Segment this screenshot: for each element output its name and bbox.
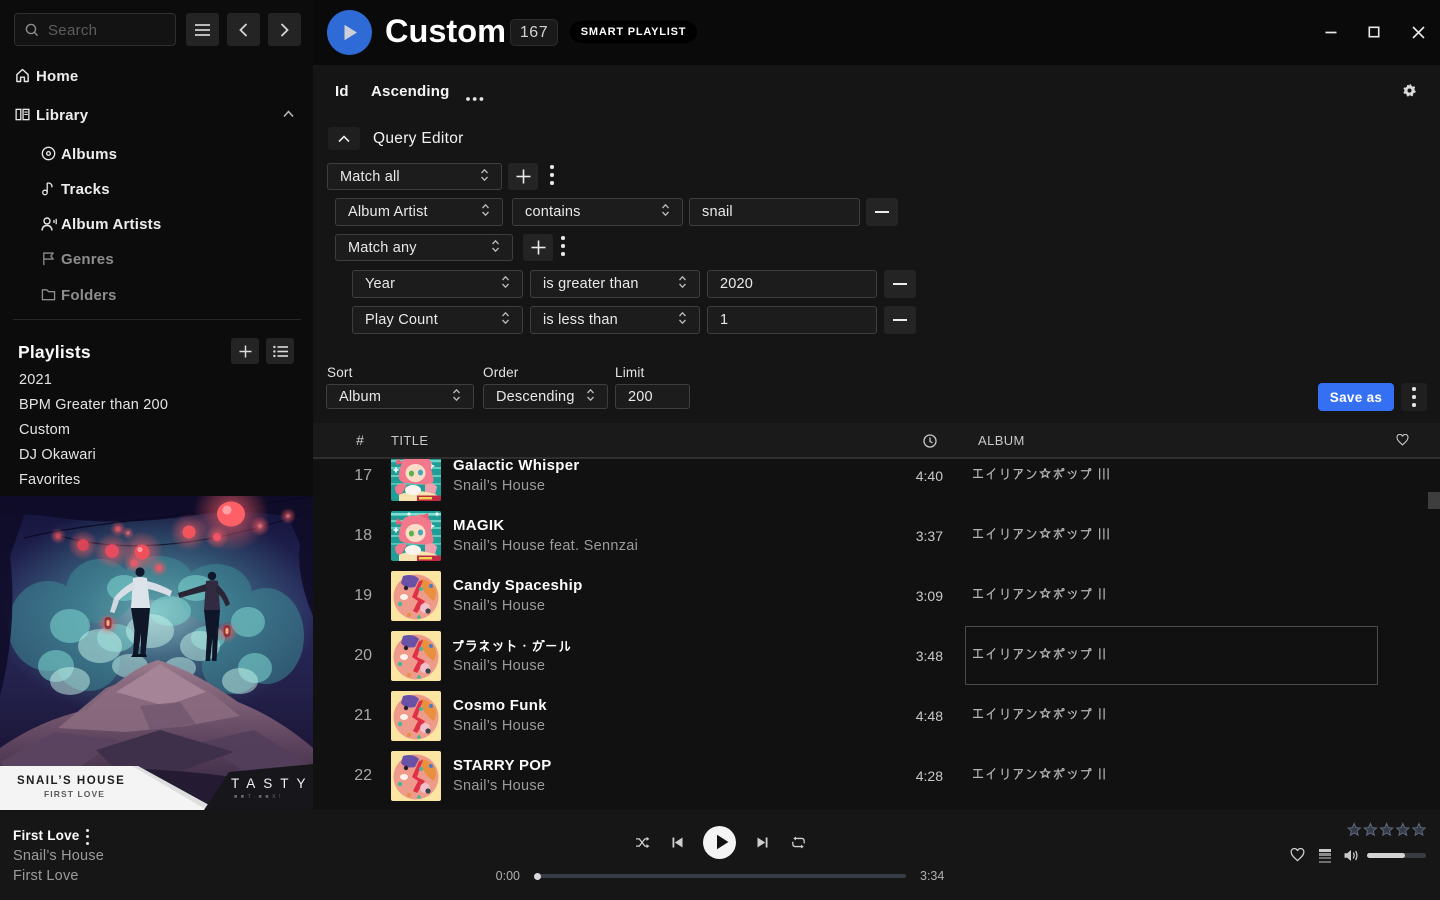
svg-text:FIRST LOVE: FIRST LOVE (44, 789, 105, 799)
svg-text:SNAIL’S HOUSE: SNAIL’S HOUSE (17, 775, 125, 787)
svg-text:TASTY: TASTY (231, 776, 313, 791)
svg-text:■■T.■■X!: ■■T.■■X! (234, 794, 284, 800)
